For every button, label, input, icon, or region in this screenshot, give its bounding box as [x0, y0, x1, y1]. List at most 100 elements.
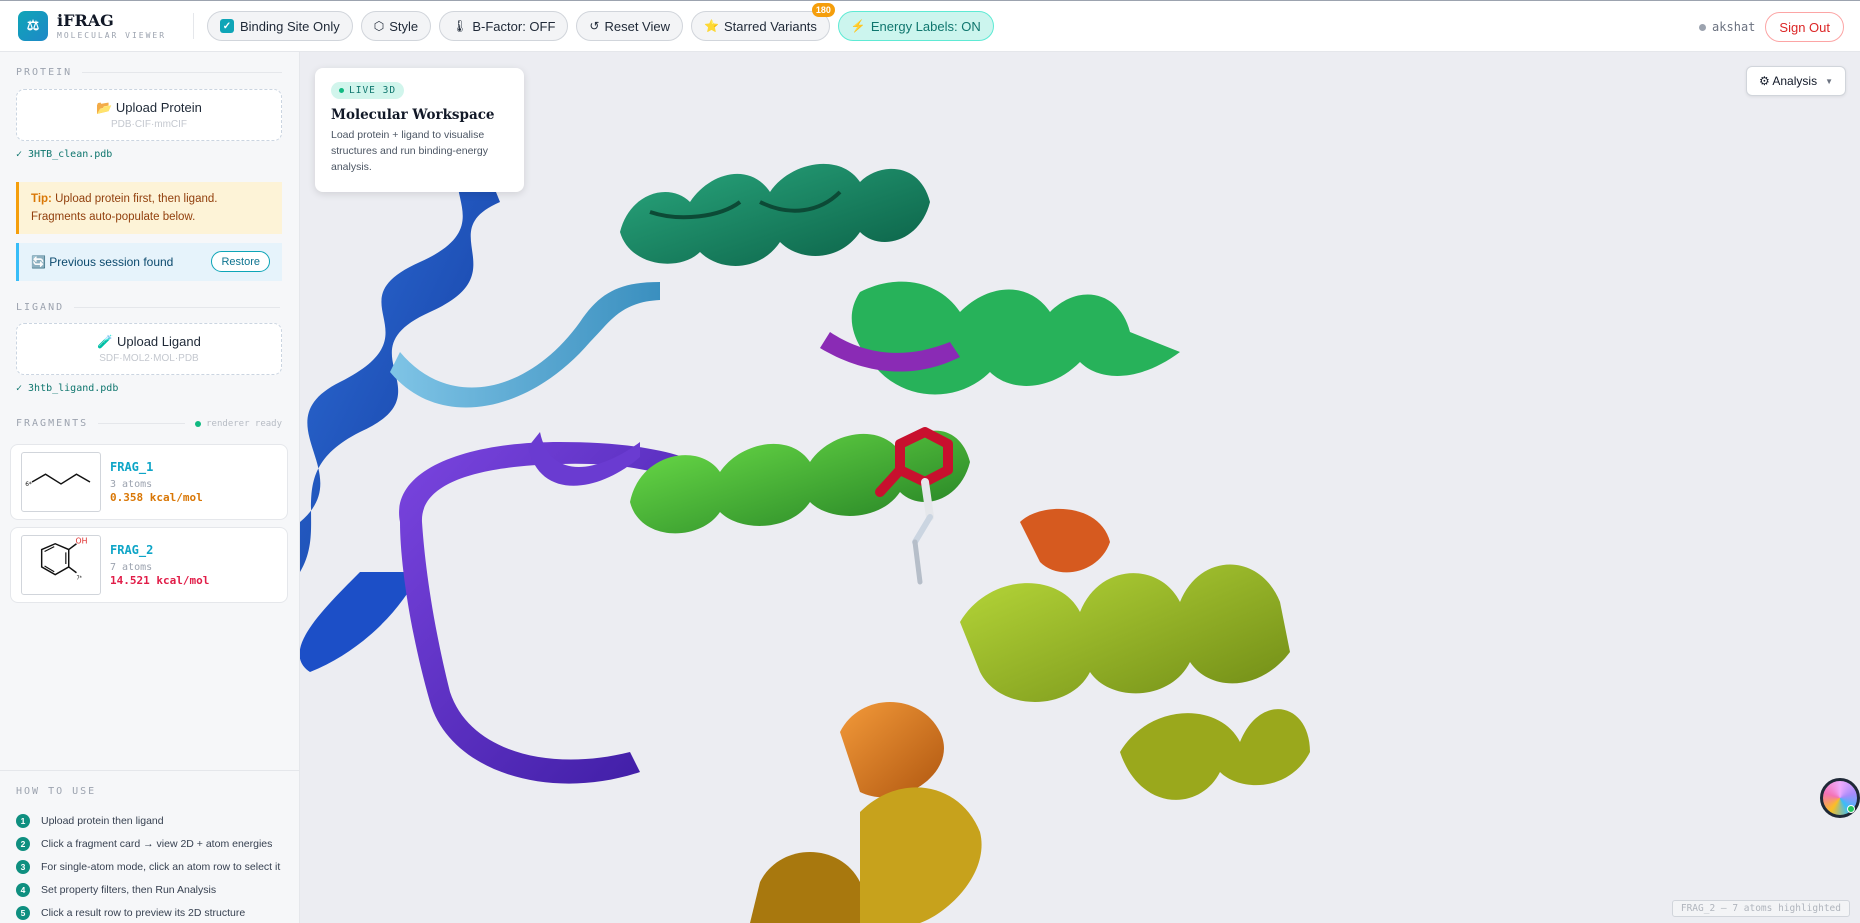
- fragment-card[interactable]: 6* FRAG_1 3 atoms 0.358 kcal/mol: [10, 444, 288, 520]
- reset-view-button[interactable]: ↺ Reset View: [576, 11, 683, 41]
- how-to-use-panel: HOW TO USE 1 Upload protein then ligand 2…: [0, 770, 300, 923]
- workspace-description: Load protein + ligand to visualise struc…: [331, 129, 489, 173]
- fragments-section-title: FRAGMENTS: [16, 418, 89, 429]
- star-icon: ⭐: [704, 19, 719, 33]
- step-number: 3: [16, 859, 30, 874]
- binding-site-toggle[interactable]: ✓ Binding Site Only: [207, 11, 353, 41]
- bfactor-label: B-Factor: OFF: [472, 18, 556, 34]
- app-logo-icon: ⚖: [18, 11, 48, 41]
- upload-ligand-formats: SDF·MOL2·MOL·PDB: [99, 353, 199, 364]
- step-text: Upload protein then ligand: [41, 814, 164, 827]
- molecular-viewer[interactable]: LIVE 3D Molecular Workspace Load protein…: [300, 52, 1860, 923]
- user-status-dot-icon: [1699, 23, 1707, 31]
- live-badge-text: LIVE 3D: [349, 85, 397, 96]
- brand-text: iFRAG MOLECULAR VIEWER: [57, 12, 166, 41]
- sign-out-button[interactable]: Sign Out: [1765, 12, 1844, 42]
- hexagon-icon: ⬡: [373, 19, 385, 33]
- style-label: Style: [389, 18, 419, 34]
- top-bar: ⚖ iFRAG MOLECULAR VIEWER ✓ Binding Site …: [0, 0, 1860, 52]
- selection-status: FRAG_2 — 7 atoms highlighted: [1671, 900, 1850, 917]
- renderer-status-text: renderer ready: [206, 418, 282, 429]
- howto-step: 3 For single-atom mode, click an atom row…: [16, 855, 300, 878]
- live-dot-icon: [339, 88, 344, 93]
- tip-prefix: Tip:: [31, 193, 52, 205]
- workspace-title: Molecular Workspace: [331, 107, 495, 123]
- step-number: 4: [16, 882, 30, 897]
- fragment-structure-thumbnail: OH 7*: [21, 535, 101, 595]
- step-number: 5: [16, 905, 30, 920]
- step-number: 1: [16, 813, 30, 828]
- attachment-label: 7*: [76, 576, 82, 582]
- session-text: 🔄 Previous session found: [31, 255, 174, 269]
- status-dot-icon: [195, 420, 202, 427]
- renderer-status: renderer ready: [195, 419, 282, 429]
- step-number: 2: [16, 836, 30, 851]
- fragment-card[interactable]: OH 7* FRAG_2 7 atoms 14.521 kcal/mol: [10, 527, 288, 603]
- assistant-avatar[interactable]: [1820, 778, 1860, 818]
- tip-text: Upload protein first, then ligand. Fragm…: [31, 193, 218, 223]
- chevron-down-icon: ▼: [1825, 76, 1833, 86]
- session-banner: 🔄 Previous session found Restore: [16, 243, 282, 281]
- fragment-energy: 0.358 kcal/mol: [110, 491, 203, 504]
- howto-steps: 1 Upload protein then ligand 2 Click a fra…: [16, 809, 300, 923]
- step-text: Set property filters, then Run Analysis: [41, 883, 217, 896]
- binding-site-label: Binding Site Only: [240, 18, 340, 34]
- ligand-filename: ✓ 3htb_ligand.pdb: [16, 383, 119, 394]
- howto-step: 5 Click a result row to preview its 2D st…: [16, 901, 300, 923]
- app-name: iFRAG: [57, 10, 114, 30]
- fragment-atoms: 3 atoms: [110, 479, 153, 490]
- fragment-info: FRAG_2 7 atoms 14.521 kcal/mol: [110, 543, 209, 587]
- app-root: ⚖ iFRAG MOLECULAR VIEWER ✓ Binding Site …: [0, 0, 1860, 923]
- upload-ligand-dropzone[interactable]: 🧪 Upload Ligand SDF·MOL2·MOL·PDB: [16, 323, 282, 375]
- divider: [98, 423, 186, 424]
- tip-box: Tip: Upload protein first, then ligand. …: [16, 182, 282, 234]
- howto-section-label: HOW TO USE: [16, 786, 300, 797]
- restore-button[interactable]: Restore: [211, 251, 270, 272]
- lightning-icon: ⚡: [850, 19, 866, 33]
- protein-ribbon-render[interactable]: [300, 52, 1860, 923]
- bfactor-button[interactable]: 🌡 B-Factor: OFF: [439, 11, 569, 41]
- upload-protein-title: 📂 Upload Protein: [96, 100, 202, 115]
- fragment-energy: 14.521 kcal/mol: [110, 574, 210, 587]
- divider: [82, 72, 283, 73]
- app-subtitle: MOLECULAR VIEWER: [57, 30, 167, 40]
- checkbox-checked-icon[interactable]: ✓: [220, 19, 234, 33]
- fragment-name: FRAG_2: [110, 543, 154, 557]
- attachment-label: 6*: [25, 482, 32, 488]
- starred-variants-button[interactable]: ⭐ Starred Variants 180: [691, 3, 835, 41]
- analysis-label: ⚙ Analysis: [1758, 74, 1818, 88]
- howto-step: 2 Click a fragment card → view 2D + atom …: [16, 832, 300, 855]
- live-3d-badge: LIVE 3D: [331, 82, 405, 99]
- online-status-dot-icon: [1847, 805, 1855, 813]
- step-text: Click a result row to preview its 2D str…: [41, 906, 246, 919]
- username: akshat: [1712, 20, 1756, 34]
- step-text: For single-atom mode, click an atom row …: [41, 860, 281, 873]
- toolbar: ✓ Binding Site Only ⬡ Style 🌡 B-Factor: …: [207, 3, 994, 41]
- upload-protein-formats: PDB·CIF·mmCIF: [110, 119, 188, 130]
- step-text: Click a fragment card → view 2D + atom e…: [41, 837, 273, 850]
- style-button[interactable]: ⬡ Style: [360, 11, 432, 41]
- thermometer-icon: 🌡: [452, 19, 468, 33]
- divider: [74, 307, 281, 308]
- fragment-name: FRAG_1: [110, 460, 154, 474]
- energy-labels-toggle[interactable]: ⚡ Energy Labels: ON: [837, 11, 994, 41]
- howto-section-title: HOW TO USE: [16, 786, 97, 797]
- user-indicator: akshat: [1699, 20, 1755, 34]
- sidebar: PROTEIN 📂 Upload Protein PDB·CIF·mmCIF ✓…: [0, 52, 300, 923]
- upload-ligand-title: 🧪 Upload Ligand: [97, 334, 201, 349]
- protein-filename: ✓ 3HTB_clean.pdb: [16, 149, 113, 160]
- protein-section-title: PROTEIN: [16, 67, 73, 78]
- hydroxyl-label: OH: [76, 537, 88, 546]
- upload-protein-dropzone[interactable]: 📂 Upload Protein PDB·CIF·mmCIF: [16, 89, 282, 141]
- reset-view-label: Reset View: [604, 18, 670, 34]
- howto-step: 1 Upload protein then ligand: [16, 809, 300, 832]
- workspace-info-card: LIVE 3D Molecular Workspace Load protein…: [315, 68, 524, 192]
- reset-icon: ↺: [589, 19, 600, 33]
- fragment-structure-thumbnail: 6*: [21, 452, 101, 512]
- fragments-section-label: FRAGMENTS renderer ready: [16, 418, 282, 429]
- energy-labels-label: Energy Labels: ON: [870, 18, 981, 34]
- starred-count-badge: 180: [811, 3, 835, 17]
- fragment-info: FRAG_1 3 atoms 0.358 kcal/mol: [110, 460, 203, 504]
- ligand-section-title: LIGAND: [16, 302, 65, 313]
- analysis-dropdown-button[interactable]: ⚙ Analysis ▼: [1745, 66, 1846, 96]
